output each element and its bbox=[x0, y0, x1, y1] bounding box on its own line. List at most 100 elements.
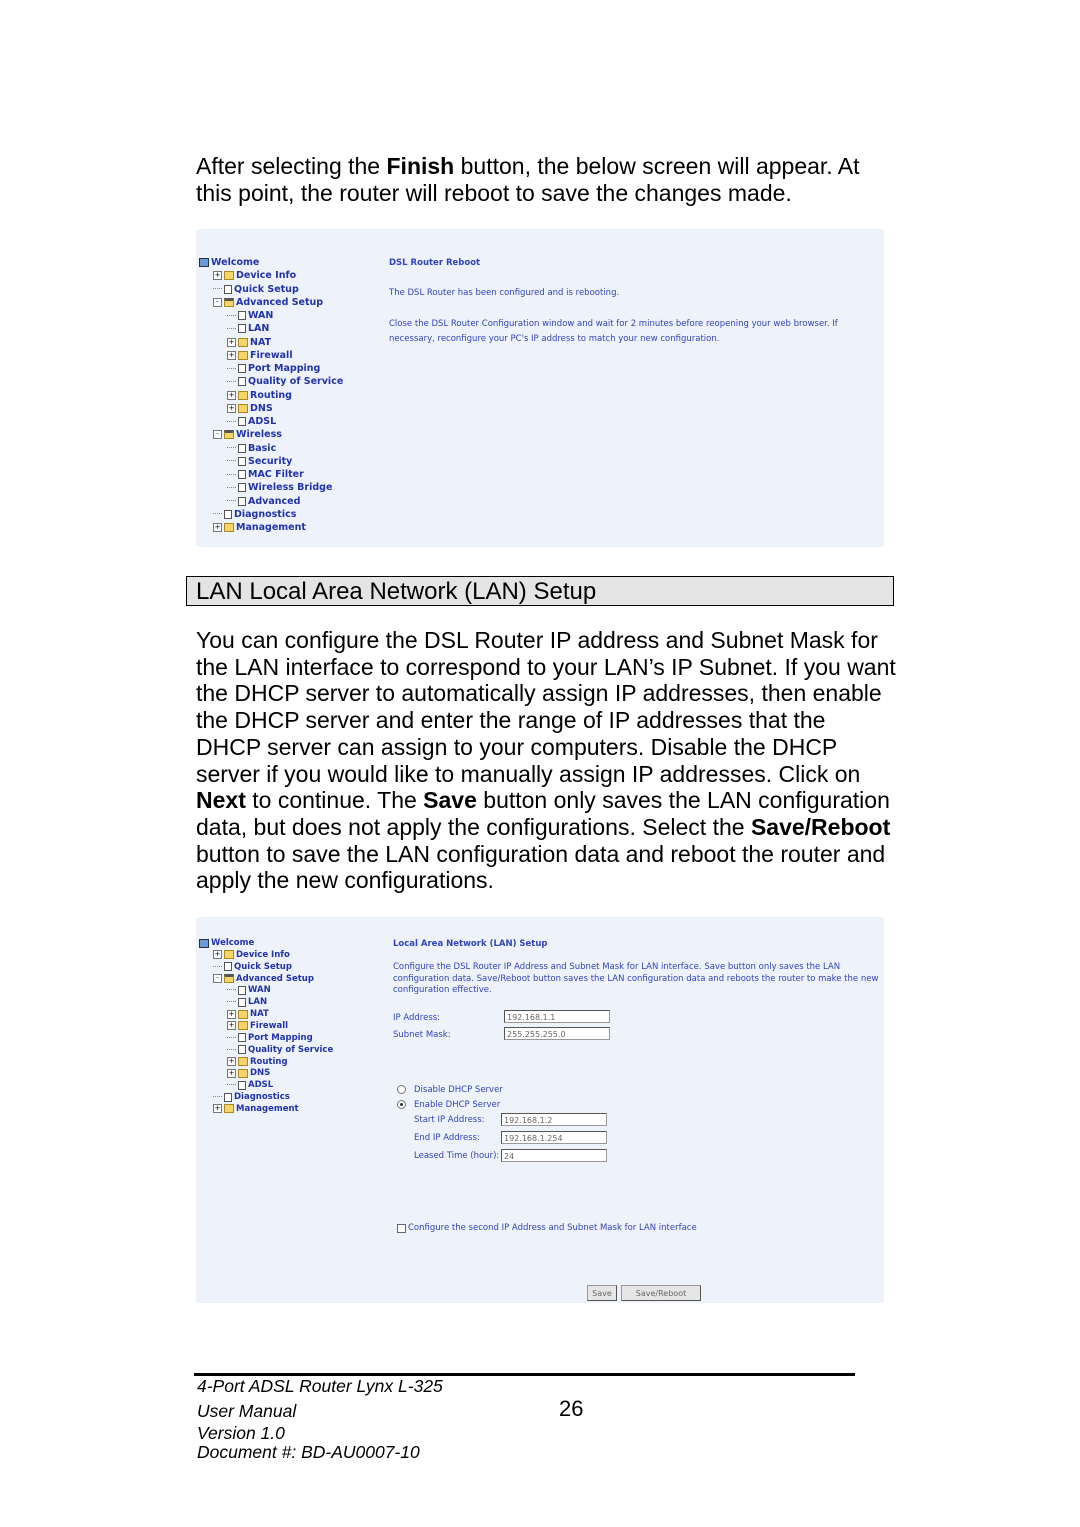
finish-term: Finish bbox=[386, 153, 455, 179]
tree-item-quick-setup[interactable]: Quick Setup bbox=[213, 284, 299, 295]
expand-icon[interactable]: + bbox=[227, 1068, 236, 1078]
disable-dhcp-radio[interactable] bbox=[397, 1085, 406, 1094]
section-heading: LAN Local Area Network (LAN) Setup bbox=[186, 576, 894, 606]
tree-item-advanced[interactable]: Advanced bbox=[227, 496, 300, 507]
tree-item-advanced-setup[interactable]: - Advanced Setup bbox=[213, 297, 323, 308]
page-icon bbox=[238, 324, 246, 334]
tree-item-welcome[interactable]: Welcome bbox=[199, 257, 259, 268]
tree-item-security[interactable]: Security bbox=[227, 456, 292, 467]
body-paragraph: You can configure the DSL Router IP addr… bbox=[196, 627, 896, 894]
tree-item-advanced-setup[interactable]: - Advanced Setup bbox=[213, 974, 314, 984]
save-button[interactable]: Save bbox=[587, 1285, 617, 1301]
collapse-icon[interactable]: - bbox=[213, 430, 222, 440]
tree-item-label: DNS bbox=[250, 402, 273, 414]
tree-item-routing[interactable]: + Routing bbox=[227, 1057, 288, 1067]
folder-icon bbox=[224, 271, 234, 281]
tree-item-firewall[interactable]: + Firewall bbox=[227, 1021, 288, 1031]
tree-item-label: Quality of Service bbox=[248, 376, 344, 388]
tree-item-label: WAN bbox=[248, 985, 271, 996]
tree-item-label: Security bbox=[248, 455, 293, 467]
tree-item-port-mapping[interactable]: Port Mapping bbox=[227, 1033, 313, 1043]
tree-item-label: Diagnostics bbox=[234, 508, 297, 520]
tree-item-dns[interactable]: + DNS bbox=[227, 403, 273, 414]
tree-item-lan[interactable]: LAN bbox=[227, 323, 269, 334]
lease-time-input[interactable]: 24 bbox=[501, 1149, 607, 1162]
tree-item-wireless-bridge[interactable]: Wireless Bridge bbox=[227, 482, 332, 493]
lan-setup-screenshot: Welcome + Device Info Quick Setup - Advanced … bbox=[196, 917, 884, 1303]
start-ip-label: Start IP Address: bbox=[414, 1115, 485, 1125]
page-icon bbox=[238, 997, 246, 1007]
tree-item-wireless[interactable]: - Wireless bbox=[213, 429, 282, 440]
tree-item-nat[interactable]: + NAT bbox=[227, 1009, 269, 1019]
tree-item-label: Diagnostics bbox=[234, 1092, 290, 1103]
tree-item-label: ADSL bbox=[248, 1080, 274, 1091]
ip-address-label: IP Address: bbox=[393, 1013, 441, 1023]
page-icon bbox=[238, 377, 246, 387]
expand-icon[interactable]: + bbox=[227, 1057, 236, 1066]
expand-icon[interactable]: + bbox=[213, 1104, 222, 1114]
tree-item-label: Quick Setup bbox=[234, 961, 292, 972]
tree-item-welcome[interactable]: Welcome bbox=[199, 938, 254, 948]
tree-item-adsl[interactable]: ADSL bbox=[227, 1080, 273, 1090]
page-icon bbox=[224, 962, 232, 972]
expand-icon[interactable]: + bbox=[213, 271, 222, 281]
tree-item-wan[interactable]: WAN bbox=[227, 310, 273, 321]
tree-item-quality-of-service[interactable]: Quality of Service bbox=[227, 376, 343, 387]
expand-icon[interactable]: + bbox=[227, 1021, 236, 1031]
tree-item-label: Quality of Service bbox=[248, 1044, 334, 1055]
enable-dhcp-radio[interactable] bbox=[397, 1100, 406, 1109]
computer-icon bbox=[199, 938, 209, 948]
tree-item-quality-of-service[interactable]: Quality of Service bbox=[227, 1045, 333, 1055]
tree-item-port-mapping[interactable]: Port Mapping bbox=[227, 363, 320, 374]
tree-item-management[interactable]: + Management bbox=[213, 522, 306, 533]
body-text: You can configure the DSL Router IP addr… bbox=[196, 627, 896, 787]
page-title: DSL Router Reboot bbox=[389, 258, 481, 268]
save-reboot-button[interactable]: Save/Reboot bbox=[621, 1285, 701, 1301]
tree-item-label: Welcome bbox=[211, 938, 255, 948]
tree-item-quick-setup[interactable]: Quick Setup bbox=[213, 962, 292, 972]
tree-connector bbox=[227, 500, 236, 502]
tree-item-label: NAT bbox=[250, 336, 272, 348]
tree-item-label: ADSL bbox=[248, 416, 277, 427]
tree-connector bbox=[213, 513, 222, 515]
tree-item-label: Basic bbox=[248, 442, 277, 454]
page-icon bbox=[238, 483, 246, 493]
expand-icon[interactable]: + bbox=[213, 523, 222, 532]
folder-icon bbox=[224, 523, 234, 532]
collapse-icon[interactable]: - bbox=[213, 297, 222, 307]
tree-item-dns[interactable]: + DNS bbox=[227, 1068, 270, 1078]
tree-connector bbox=[227, 989, 236, 991]
expand-icon[interactable]: + bbox=[213, 950, 222, 960]
expand-icon[interactable]: + bbox=[227, 337, 236, 347]
open-folder-icon bbox=[224, 297, 234, 307]
tree-item-wan[interactable]: WAN bbox=[227, 985, 271, 995]
second-ip-checkbox[interactable] bbox=[397, 1224, 406, 1233]
tree-connector bbox=[227, 327, 236, 330]
computer-icon bbox=[199, 258, 209, 267]
tree-item-diagnostics[interactable]: Diagnostics bbox=[213, 509, 296, 520]
tree-item-label: LAN bbox=[248, 997, 268, 1008]
page-icon bbox=[224, 509, 232, 519]
tree-item-routing[interactable]: + Routing bbox=[227, 390, 292, 401]
tree-item-device-info[interactable]: + Device Info bbox=[213, 950, 290, 960]
tree-item-device-info[interactable]: + Device Info bbox=[213, 270, 296, 281]
tree-item-mac-filter[interactable]: MAC Filter bbox=[227, 469, 304, 480]
expand-icon[interactable]: + bbox=[227, 403, 236, 413]
tree-item-lan[interactable]: LAN bbox=[227, 997, 267, 1007]
tree-item-basic[interactable]: Basic bbox=[227, 443, 276, 454]
collapse-icon[interactable]: - bbox=[213, 974, 222, 984]
tree-item-diagnostics[interactable]: Diagnostics bbox=[213, 1092, 290, 1102]
page-icon bbox=[238, 1045, 246, 1055]
tree-item-nat[interactable]: + NAT bbox=[227, 337, 271, 348]
start-ip-input[interactable]: 192.168.1.2 bbox=[501, 1113, 607, 1126]
end-ip-input[interactable]: 192.168.1.254 bbox=[501, 1131, 607, 1144]
tree-item-firewall[interactable]: + Firewall bbox=[227, 350, 293, 361]
expand-icon[interactable]: + bbox=[227, 390, 236, 400]
subnet-mask-input[interactable]: 255.255.255.0 bbox=[504, 1027, 610, 1040]
tree-item-adsl[interactable]: ADSL bbox=[227, 416, 276, 427]
expand-icon[interactable]: + bbox=[227, 1009, 236, 1019]
tree-item-label: Port Mapping bbox=[248, 1032, 313, 1043]
expand-icon[interactable]: + bbox=[227, 350, 236, 360]
ip-address-input[interactable]: 192.168.1.1 bbox=[504, 1010, 610, 1023]
tree-item-management[interactable]: + Management bbox=[213, 1104, 299, 1114]
